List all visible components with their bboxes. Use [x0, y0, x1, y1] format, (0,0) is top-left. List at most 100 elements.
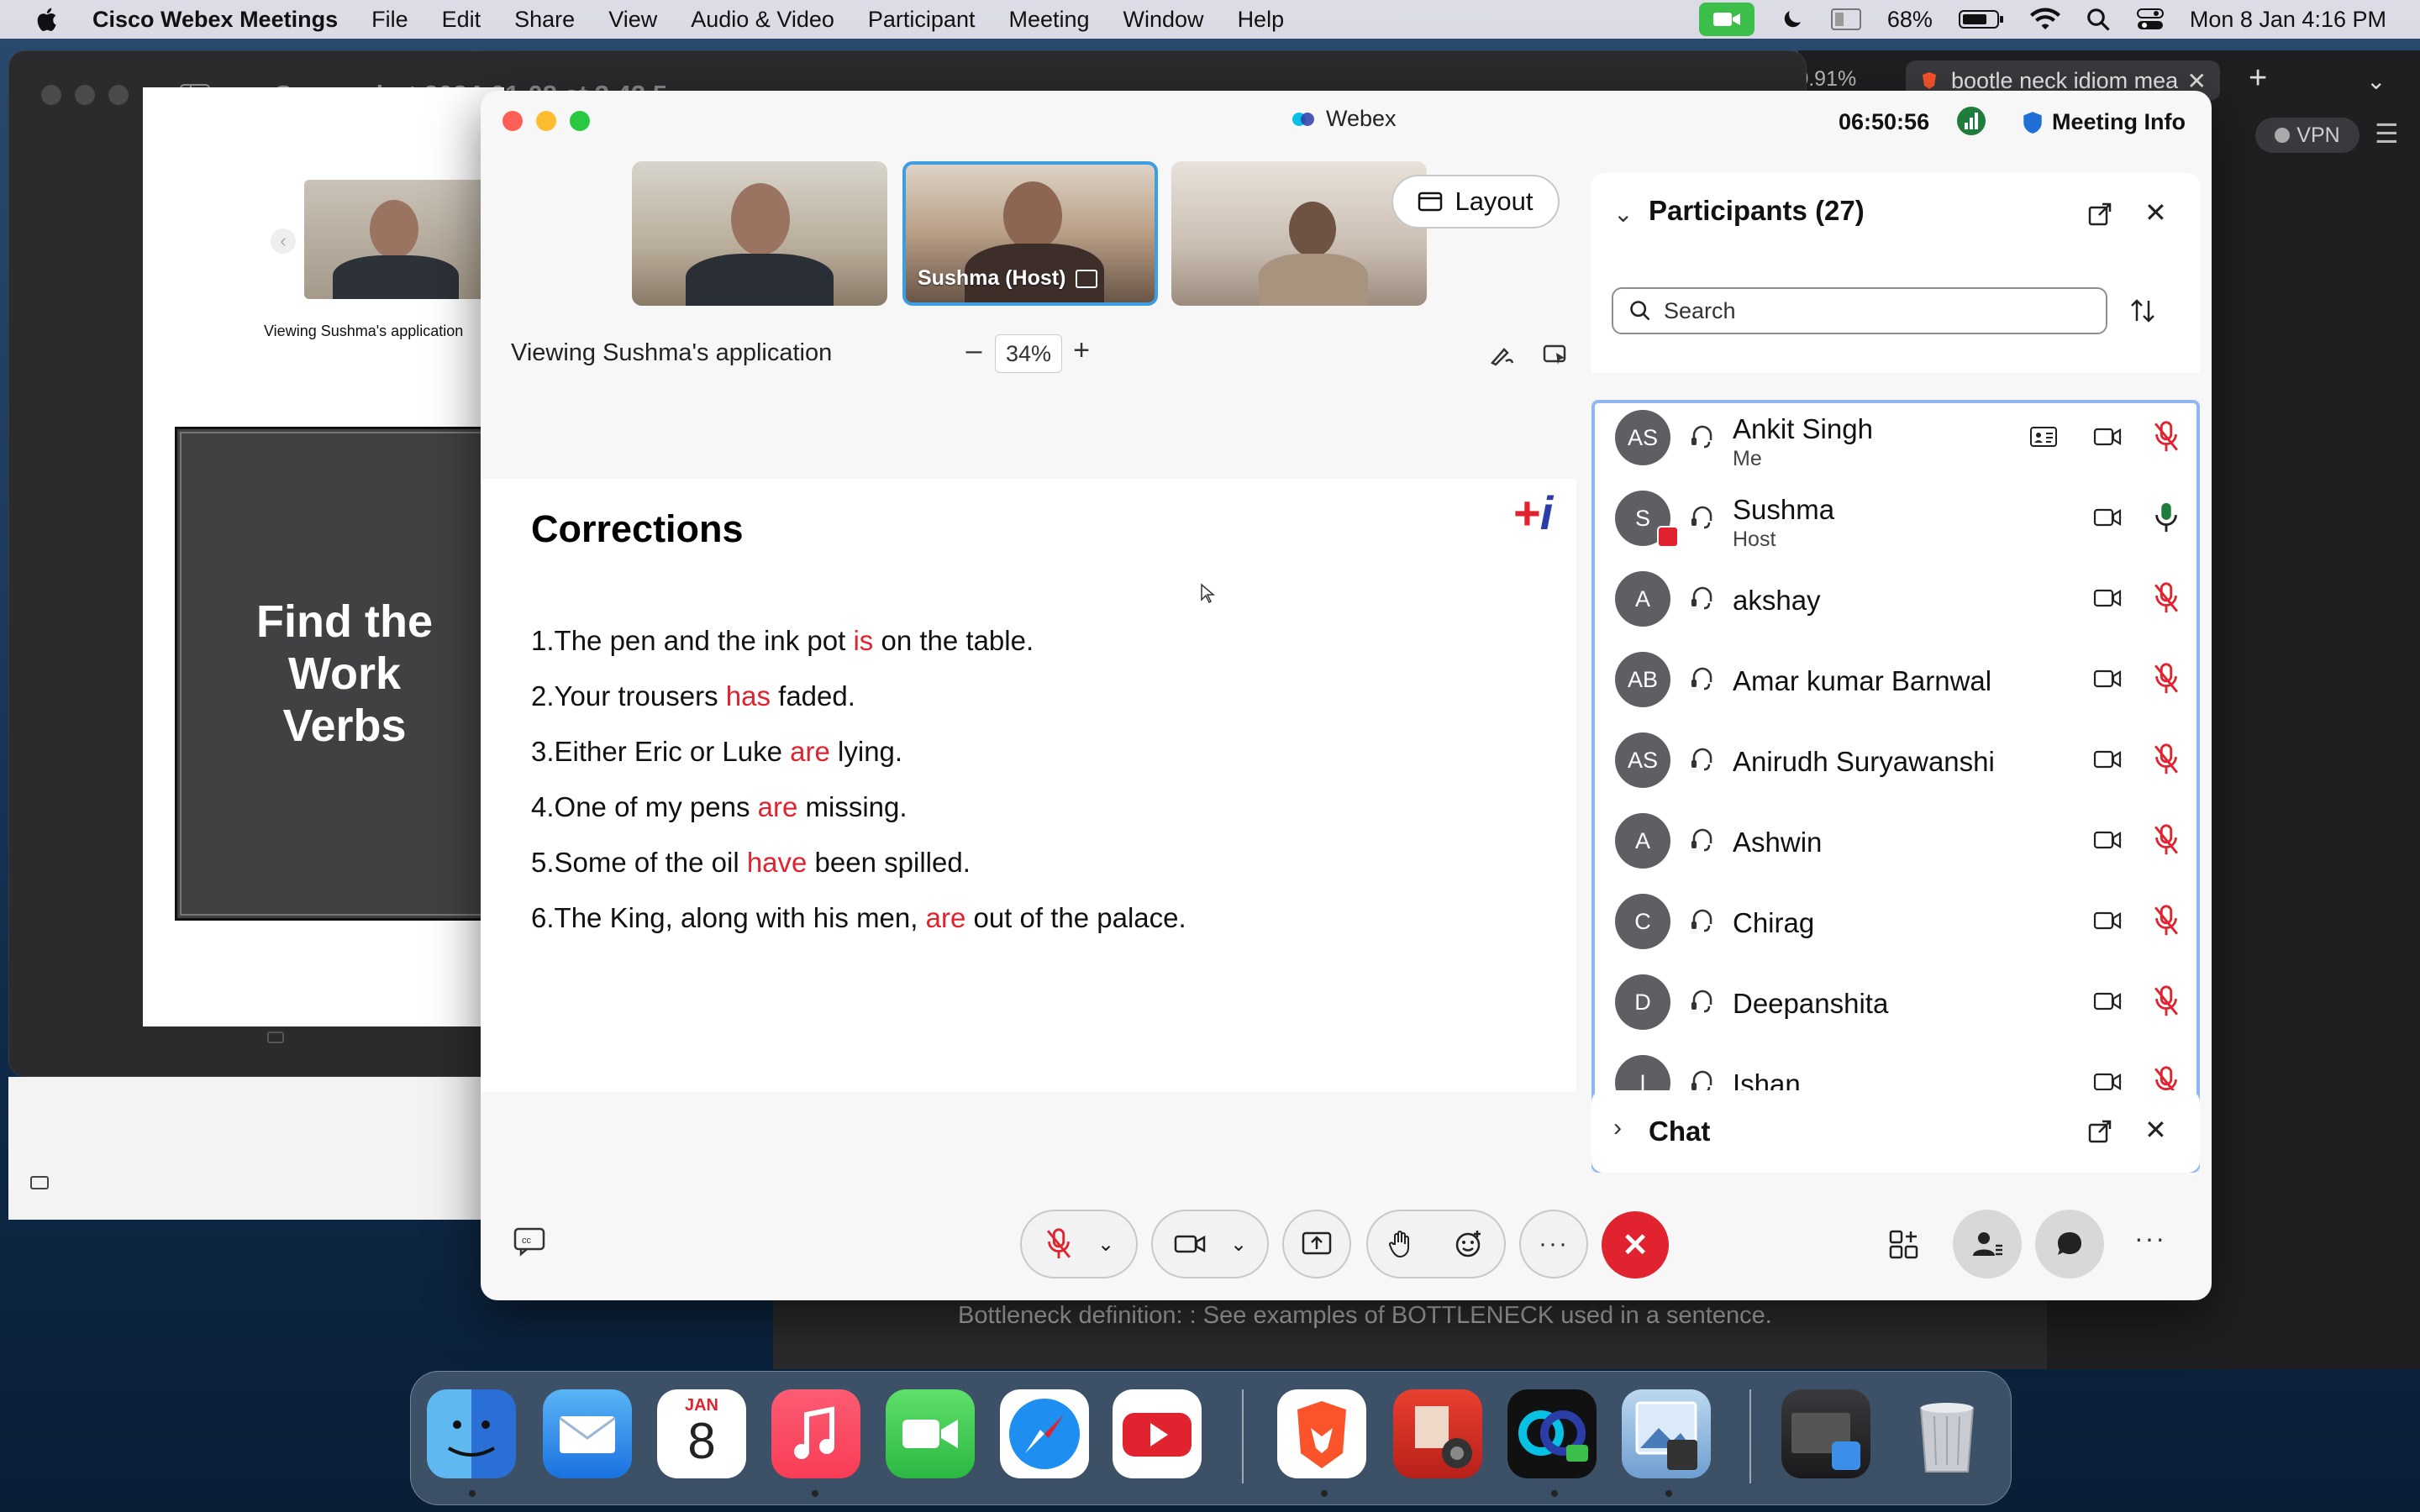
facetime-icon[interactable]	[886, 1389, 975, 1478]
participant-row[interactable]: S Sushma Host	[1595, 477, 2196, 558]
calendar-icon[interactable]: JAN 8	[657, 1389, 746, 1478]
browser-menu-icon[interactable]: ☰	[2375, 118, 2399, 150]
participants-search-input[interactable]: Search	[1612, 287, 2107, 334]
display-icon[interactable]	[1830, 7, 1862, 32]
menu-datetime[interactable]: Mon 8 Jan 4:16 PM	[2190, 7, 2386, 33]
mic-muted-icon[interactable]	[2151, 904, 2181, 937]
popout-icon[interactable]	[2087, 202, 2112, 227]
video-button[interactable]: ⌄	[1151, 1210, 1269, 1278]
mic-muted-icon[interactable]	[2151, 581, 2181, 615]
zoom-in-button[interactable]: +	[1071, 334, 1092, 367]
overflow-menu-icon[interactable]: ···	[2134, 1223, 2166, 1254]
safari-icon[interactable]	[1000, 1389, 1089, 1478]
chat-toggle-button[interactable]	[2035, 1210, 2104, 1278]
participant-row[interactable]: A Ashwin	[1595, 800, 2196, 880]
menu-share[interactable]: Share	[514, 7, 575, 33]
annotate-icon[interactable]	[1487, 341, 1516, 370]
menu-app-name[interactable]: Cisco Webex Meetings	[92, 7, 338, 33]
network-stats-icon[interactable]	[1956, 106, 1986, 136]
spotlight-search-icon[interactable]	[2086, 7, 2111, 32]
participant-row[interactable]: AS Ankit Singh Me	[1595, 403, 2196, 477]
participant-row[interactable]: AS Anirudh Suryawanshi	[1595, 719, 2196, 800]
video-tile-host[interactable]: Sushma (Host)	[902, 161, 1158, 306]
youtube-icon[interactable]	[1113, 1389, 1202, 1478]
chat-expand-icon[interactable]: ›	[1613, 1114, 1622, 1142]
mic-muted-icon[interactable]	[2151, 662, 2181, 696]
participant-row[interactable]: AB Amar kumar Barnwal	[1595, 638, 2196, 719]
remote-control-icon[interactable]	[1541, 341, 1570, 370]
finder-icon[interactable]	[427, 1389, 516, 1478]
participant-row[interactable]: Aakshay	[1595, 558, 2196, 638]
participants-close-icon[interactable]: ✕	[2144, 197, 2167, 228]
video-tile-participant[interactable]	[1171, 161, 1427, 306]
participant-row[interactable]: C Chirag	[1595, 880, 2196, 961]
preview-close-button[interactable]	[41, 85, 61, 105]
control-center-icon[interactable]	[2136, 7, 2165, 32]
camera-icon[interactable]	[2092, 906, 2123, 936]
camera-icon[interactable]	[2092, 583, 2123, 613]
leave-meeting-button[interactable]: ✕	[1602, 1211, 1669, 1278]
mic-muted-icon[interactable]	[2151, 823, 2181, 857]
video-options-chevron-icon[interactable]: ⌄	[1230, 1232, 1247, 1257]
sort-icon[interactable]	[2128, 296, 2158, 326]
participant-row[interactable]: D Deepanshita	[1595, 961, 2196, 1042]
camera-icon[interactable]	[2092, 986, 2123, 1016]
reactions-icon[interactable]	[1454, 1229, 1484, 1259]
tab-list-chevron-icon[interactable]: ⌄	[2366, 67, 2386, 95]
focus-moon-icon[interactable]	[1780, 7, 1805, 32]
meeting-info-button[interactable]: Meeting Info	[2022, 109, 2186, 135]
music-icon[interactable]	[771, 1389, 860, 1478]
webex-zoom-button[interactable]	[570, 111, 590, 131]
mail-icon[interactable]	[543, 1389, 632, 1478]
apps-icon[interactable]	[1887, 1228, 1921, 1262]
menu-participant[interactable]: Participant	[868, 7, 976, 33]
video-tile-ankit[interactable]	[632, 161, 887, 306]
trash-icon[interactable]	[1902, 1389, 1991, 1478]
webex-close-button[interactable]	[502, 111, 523, 131]
preview-minimize-button[interactable]	[75, 85, 95, 105]
captions-icon[interactable]: cc	[513, 1226, 546, 1257]
wifi-icon[interactable]	[2029, 7, 2060, 32]
screenshot-folder-icon[interactable]	[1781, 1389, 1870, 1478]
menu-window[interactable]: Window	[1123, 7, 1204, 33]
camera-icon[interactable]	[2092, 664, 2123, 694]
lower-cc-icon[interactable]	[30, 1176, 49, 1189]
camera-in-use-icon[interactable]	[1698, 3, 1754, 36]
zoom-out-button[interactable]: –	[963, 334, 985, 367]
contact-card-icon[interactable]	[2028, 422, 2059, 452]
camera-icon[interactable]	[2092, 825, 2123, 855]
raise-hand-icon[interactable]	[1388, 1229, 1413, 1259]
menu-audio-video[interactable]: Audio & Video	[691, 7, 834, 33]
preview-prev-icon[interactable]: ‹	[271, 228, 296, 254]
battery-icon[interactable]	[1958, 8, 2005, 31]
preview-cc-icon[interactable]	[267, 1032, 284, 1043]
apple-menu-icon[interactable]	[34, 5, 62, 34]
menu-edit[interactable]: Edit	[442, 7, 481, 33]
mic-muted-icon[interactable]	[2151, 420, 2181, 454]
webex-dock-icon[interactable]	[1507, 1389, 1597, 1478]
zoom-level[interactable]: 34%	[995, 334, 1062, 373]
participants-collapse-icon[interactable]: ⌄	[1613, 200, 1633, 228]
menu-help[interactable]: Help	[1238, 7, 1285, 33]
menu-view[interactable]: View	[608, 7, 657, 33]
chat-close-icon[interactable]: ✕	[2144, 1114, 2167, 1146]
layout-button[interactable]: Layout	[1392, 175, 1560, 228]
camera-icon[interactable]	[2092, 502, 2123, 533]
chat-popout-icon[interactable]	[2087, 1119, 2112, 1144]
camera-icon[interactable]	[2092, 744, 2123, 774]
mic-muted-icon[interactable]	[2151, 984, 2181, 1018]
mic-active-icon[interactable]	[2151, 501, 2181, 534]
preview-icon[interactable]	[1622, 1389, 1711, 1478]
camera-icon[interactable]	[2092, 422, 2123, 452]
chat-header[interactable]: › Chat ✕	[1591, 1090, 2200, 1173]
share-button[interactable]	[1282, 1210, 1351, 1278]
preview-zoom-button[interactable]	[108, 85, 129, 105]
menu-meeting[interactable]: Meeting	[1008, 7, 1089, 33]
menu-file[interactable]: File	[371, 7, 408, 33]
photo-booth-icon[interactable]	[1393, 1389, 1482, 1478]
vpn-button[interactable]: VPN	[2255, 118, 2360, 153]
mic-muted-icon[interactable]	[2151, 743, 2181, 776]
participants-toggle-button[interactable]	[1953, 1210, 2022, 1278]
more-options-button[interactable]: ···	[1519, 1210, 1588, 1278]
mute-options-chevron-icon[interactable]: ⌄	[1097, 1232, 1114, 1257]
